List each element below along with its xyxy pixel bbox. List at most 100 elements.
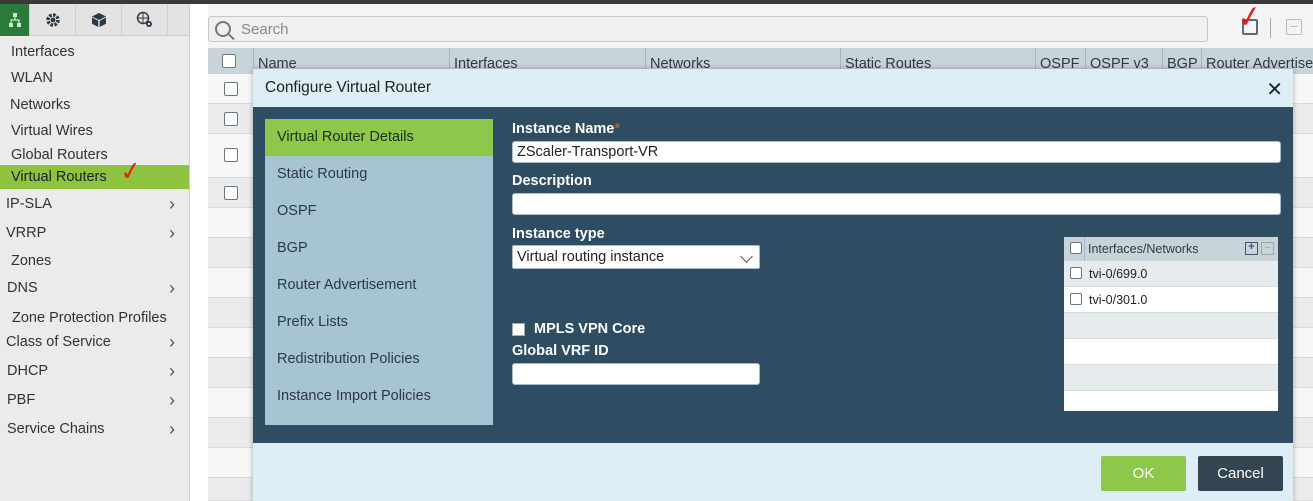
sidebar-item-label: PBF bbox=[7, 392, 36, 408]
list-item-empty bbox=[1064, 313, 1278, 339]
chevron-down-icon bbox=[740, 250, 753, 263]
row-checkbox[interactable] bbox=[224, 82, 238, 96]
row-checkbox[interactable] bbox=[224, 112, 238, 126]
chevron-right-icon: › bbox=[169, 278, 175, 298]
interfaces-select-all-checkbox[interactable] bbox=[1070, 242, 1082, 254]
sidebar-item-label: Class of Service bbox=[6, 334, 111, 350]
select-all-checkbox[interactable] bbox=[222, 54, 236, 68]
sidebar-item-label: Virtual Routers bbox=[11, 169, 107, 185]
nav-instance-import-policies[interactable]: Instance Import Policies bbox=[265, 378, 493, 415]
sidebar-item-wlan[interactable]: WLAN bbox=[0, 66, 189, 90]
sidebar-item-virtual-routers[interactable]: Virtual Routers bbox=[0, 165, 189, 189]
sidebar-item-networks[interactable]: Networks bbox=[0, 93, 189, 117]
search-placeholder: Search bbox=[241, 20, 289, 38]
dialog-footer: OK Cancel bbox=[253, 443, 1293, 501]
nav-prefix-lists[interactable]: Prefix Lists bbox=[265, 304, 493, 341]
select-all-cell bbox=[208, 48, 254, 74]
globe-gear-icon[interactable] bbox=[122, 4, 168, 36]
sidebar-item-label: WLAN bbox=[11, 70, 53, 86]
dialog-title: Configure Virtual Router bbox=[253, 69, 1293, 107]
interfaces-networks-panel: Interfaces/Networks + − tvi-0/699.0 tvi-… bbox=[1064, 237, 1278, 411]
sidebar-item-label: Global Routers bbox=[11, 147, 108, 163]
sidebar-item-interfaces[interactable]: Interfaces bbox=[0, 40, 189, 64]
sidebar-item-label: Zone Protection Profiles bbox=[12, 310, 167, 326]
sidebar-item-class-of-service[interactable]: Class of Service › bbox=[0, 330, 189, 354]
header-divider bbox=[1084, 237, 1085, 261]
cube-icon[interactable] bbox=[76, 4, 122, 36]
sidebar-item-label: Zones bbox=[11, 253, 52, 269]
chevron-right-icon: › bbox=[169, 361, 175, 381]
sidebar-item-global-routers[interactable]: Global Routers bbox=[0, 143, 189, 167]
description-field[interactable] bbox=[512, 193, 1281, 215]
nav-bgp[interactable]: BGP bbox=[265, 230, 493, 267]
annotation-checkmark: ✓ bbox=[1234, 0, 1265, 36]
sidebar: Interfaces WLAN Networks Virtual Wires G… bbox=[0, 4, 190, 501]
sidebar-tabs bbox=[0, 4, 189, 36]
nav-ospf[interactable]: OSPF bbox=[265, 193, 493, 230]
sidebar-item-label: Networks bbox=[10, 97, 71, 113]
nav-virtual-router-details[interactable]: Virtual Router Details bbox=[265, 119, 493, 156]
mpls-vpn-core-checkbox[interactable] bbox=[512, 322, 525, 336]
sidebar-item-label: DNS bbox=[7, 280, 38, 296]
chevron-right-icon: › bbox=[169, 332, 175, 352]
list-item-empty bbox=[1064, 391, 1278, 411]
sidebar-item-ip-sla[interactable]: IP-SLA › bbox=[0, 192, 189, 216]
interfaces-header-label: Interfaces/Networks bbox=[1088, 242, 1199, 256]
configure-virtual-router-dialog: Configure Virtual Router ✕ Virtual Route… bbox=[253, 69, 1293, 501]
sidebar-item-vrrp[interactable]: VRRP › bbox=[0, 221, 189, 245]
network-icon[interactable] bbox=[0, 4, 30, 36]
dialog-nav: Virtual Router Details Static Routing OS… bbox=[265, 119, 493, 425]
toolbar-divider bbox=[1270, 18, 1271, 38]
nav-redistribution-policies[interactable]: Redistribution Policies bbox=[265, 341, 493, 378]
chevron-right-icon: › bbox=[169, 223, 175, 243]
instance-name-field[interactable]: ZScaler-Transport-VR bbox=[512, 141, 1281, 163]
global-vrf-id-field[interactable] bbox=[512, 363, 760, 385]
interface-checkbox[interactable] bbox=[1070, 293, 1082, 305]
instance-type-select[interactable]: Virtual routing instance bbox=[512, 245, 760, 269]
list-item[interactable]: tvi-0/301.0 bbox=[1064, 287, 1278, 313]
ok-button[interactable]: OK bbox=[1101, 456, 1186, 491]
interface-checkbox[interactable] bbox=[1070, 267, 1082, 279]
list-item[interactable]: tvi-0/699.0 bbox=[1064, 261, 1278, 287]
instance-name-label: Instance Name* bbox=[512, 121, 620, 137]
instance-name-label-text: Instance Name bbox=[512, 121, 615, 137]
add-icon[interactable]: + bbox=[1245, 242, 1258, 255]
remove-icon[interactable]: − bbox=[1286, 19, 1302, 35]
sidebar-item-dns[interactable]: DNS › bbox=[0, 276, 189, 300]
sidebar-item-label: VRRP bbox=[6, 225, 47, 241]
sidebar-item-dhcp[interactable]: DHCP › bbox=[0, 359, 189, 383]
sidebar-item-service-chains[interactable]: Service Chains › bbox=[0, 417, 189, 441]
instance-type-label: Instance type bbox=[512, 226, 605, 242]
interface-label: tvi-0/699.0 bbox=[1089, 267, 1148, 281]
close-icon[interactable]: ✕ bbox=[1266, 77, 1283, 102]
search-input[interactable]: Search bbox=[208, 16, 1208, 42]
dialog-body: Virtual Router Details Static Routing OS… bbox=[253, 107, 1293, 443]
search-icon bbox=[215, 21, 231, 37]
nav-router-advertisement[interactable]: Router Advertisement bbox=[265, 267, 493, 304]
list-item-empty bbox=[1064, 339, 1278, 365]
sidebar-item-pbf[interactable]: PBF › bbox=[0, 388, 189, 412]
cancel-button[interactable]: Cancel bbox=[1198, 456, 1283, 491]
chevron-right-icon: › bbox=[169, 194, 175, 214]
interfaces-header: Interfaces/Networks + − bbox=[1064, 237, 1278, 261]
sidebar-item-zones[interactable]: Zones bbox=[0, 249, 189, 273]
sidebar-item-virtual-wires[interactable]: Virtual Wires bbox=[0, 119, 189, 143]
description-label: Description bbox=[512, 173, 592, 189]
row-checkbox[interactable] bbox=[224, 148, 238, 162]
sidebar-item-zone-protection-profiles[interactable]: Zone Protection Profiles bbox=[0, 306, 189, 330]
mpls-vpn-core-label: MPLS VPN Core bbox=[534, 321, 646, 337]
sidebar-item-label: IP-SLA bbox=[6, 196, 52, 212]
list-item-empty bbox=[1064, 365, 1278, 391]
sidebar-item-label: DHCP bbox=[7, 363, 49, 379]
mpls-vpn-core-option[interactable]: MPLS VPN Core bbox=[512, 321, 645, 337]
sidebar-item-label: Interfaces bbox=[11, 44, 75, 60]
row-checkbox[interactable] bbox=[224, 186, 238, 200]
required-mark: * bbox=[614, 121, 621, 137]
sidebar-item-label: Virtual Wires bbox=[11, 123, 93, 139]
nav-static-routing[interactable]: Static Routing bbox=[265, 156, 493, 193]
remove-icon[interactable]: − bbox=[1261, 242, 1274, 255]
interface-label: tvi-0/301.0 bbox=[1089, 293, 1148, 307]
chevron-right-icon: › bbox=[169, 419, 175, 439]
global-vrf-id-label: Global VRF ID bbox=[512, 343, 609, 359]
gear-icon[interactable] bbox=[30, 4, 76, 36]
